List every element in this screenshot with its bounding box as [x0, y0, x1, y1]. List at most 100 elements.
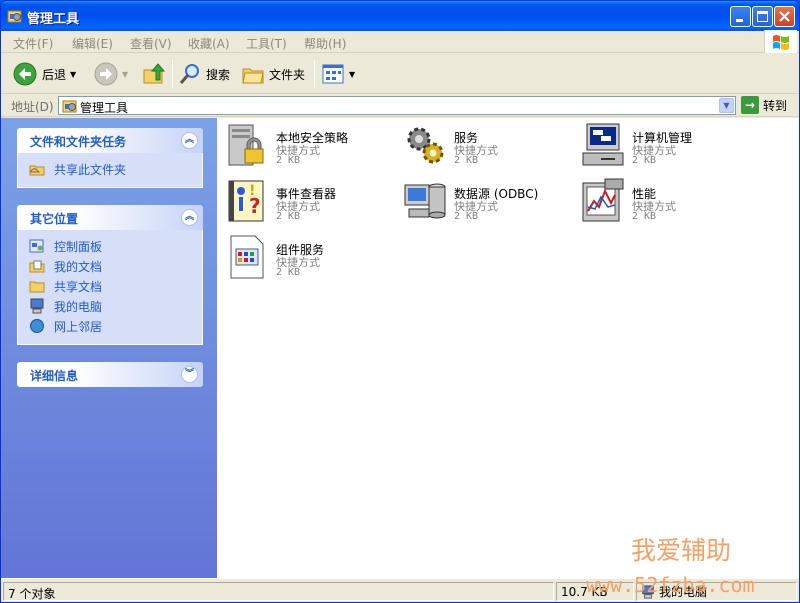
shared-documents-icon [29, 281, 45, 293]
file-item[interactable]: 组件服务 快捷方式 2 KB [220, 233, 390, 289]
views-button[interactable]: ▼ [321, 62, 355, 86]
my-computer-icon [30, 298, 44, 314]
go-label: 转到 [763, 98, 788, 113]
status-bar: 7 个对象 10.7 KB 我的电脑 www.52fzba.com [1, 573, 799, 602]
admin-tools-icon [7, 10, 22, 23]
address-bar: 地址(D) 管理工具 ▼ → 转到 [1, 94, 799, 117]
watermark-text: 我爱辅助 [631, 536, 732, 565]
details-header[interactable]: 详细信息 ︾ [17, 362, 203, 387]
shared-documents-label: 共享文档 [54, 279, 103, 294]
status-object-count: 7 个对象 [3, 582, 554, 601]
menu-help[interactable]: 帮助(H) [304, 35, 346, 52]
details-title: 详细信息 [30, 369, 79, 383]
menu-favorites[interactable]: 收藏(A) [188, 35, 230, 52]
maximize-icon [757, 11, 768, 22]
file-item[interactable]: ? ! 事件查看器 快捷方式 2 KB [220, 177, 390, 233]
file-size: 2 KB [276, 211, 301, 222]
control-panel-icon [29, 239, 44, 253]
file-item[interactable]: 本地安全策略 快捷方式 2 KB [220, 121, 390, 177]
back-button[interactable]: 后退 ▼ [13, 62, 76, 86]
menu-view[interactable]: 查看(V) [130, 35, 172, 52]
file-item[interactable]: 服务 快捷方式 2 KB [398, 121, 568, 177]
minimize-icon [736, 19, 743, 22]
file-item[interactable]: 计算机管理 快捷方式 2 KB [576, 121, 746, 177]
folders-button[interactable]: 文件夹 [241, 62, 305, 86]
back-dropdown-icon[interactable]: ▼ [70, 70, 76, 79]
file-tasks-title: 文件和文件夹任务 [30, 135, 127, 149]
performance-icon [582, 178, 624, 222]
collapse-chevron-icon[interactable]: ︽ [181, 132, 198, 149]
title-bar[interactable]: 管理工具 [1, 1, 799, 31]
file-item[interactable]: 性能 快捷方式 2 KB [576, 177, 746, 233]
other-place-my-documents[interactable]: 我的文档 [18, 256, 202, 276]
folders-label: 文件夹 [269, 67, 306, 82]
menu-file[interactable]: 文件(F) [13, 35, 53, 52]
address-input[interactable]: 管理工具 ▼ [58, 96, 736, 115]
window-title: 管理工具 [27, 12, 80, 27]
collapse-chevron-icon[interactable]: ︽ [181, 209, 198, 226]
folders-icon [242, 68, 264, 84]
go-button[interactable]: → 转到 [741, 96, 787, 114]
views-icon [322, 64, 344, 84]
my-documents-label: 我的文档 [54, 259, 103, 274]
other-place-shared-documents[interactable]: 共享文档 [18, 276, 202, 296]
control-panel-label: 控制面板 [54, 239, 103, 254]
details-panel: 详细信息 ︾ [17, 362, 203, 387]
other-place-my-computer[interactable]: 我的电脑 [18, 296, 202, 316]
folder-up-icon [143, 63, 166, 84]
other-place-control-panel[interactable]: 控制面板 [18, 236, 202, 256]
network-places-icon [30, 319, 44, 333]
address-value: 管理工具 [80, 101, 129, 115]
file-size: 2 KB [276, 267, 301, 278]
network-places-label: 网上邻居 [54, 319, 103, 334]
toolbar: 后退 ▼ ▼ 搜索 文件夹 ▼ [1, 54, 799, 94]
explorer-window: 管理工具 文件(F) 编辑(E) 查看(V) 收藏(A) 工具(T) 帮助(H) [0, 0, 800, 603]
expand-chevron-icon[interactable]: ︾ [181, 366, 198, 383]
forward-arrow-icon [94, 62, 118, 86]
file-item[interactable]: 数据源 (ODBC) 快捷方式 2 KB [398, 177, 568, 233]
other-places-panel: 其它位置 ︽ 控制面板 我的文档 共享文档 我的电脑 网上邻居 [17, 205, 203, 345]
search-icon [179, 64, 199, 84]
file-tasks-panel: 文件和文件夹任务 ︽ 共享此文件夹 [17, 128, 203, 188]
other-place-network[interactable]: 网上邻居 [18, 316, 202, 336]
security-policy-icon [228, 124, 264, 166]
minimize-button[interactable] [730, 6, 751, 27]
close-icon [779, 11, 790, 22]
svg-text:!: ! [249, 183, 255, 199]
file-size: 2 KB [276, 155, 301, 166]
file-tasks-header[interactable]: 文件和文件夹任务 ︽ [17, 128, 203, 153]
forward-dropdown-icon[interactable]: ▼ [122, 70, 128, 79]
component-services-icon [230, 235, 264, 279]
search-label: 搜索 [206, 67, 231, 82]
up-button[interactable] [142, 62, 166, 86]
back-label: 后退 [42, 67, 67, 82]
file-size: 2 KB [632, 155, 657, 166]
forward-button[interactable]: ▼ [94, 62, 128, 86]
file-size: 2 KB [454, 211, 479, 222]
address-dropdown-icon[interactable]: ▼ [719, 98, 734, 113]
file-size: 2 KB [632, 211, 657, 222]
event-viewer-icon: ? ! [228, 180, 264, 222]
back-arrow-icon [13, 62, 37, 86]
share-folder-link[interactable]: 共享此文件夹 [18, 159, 202, 179]
menu-bar: 文件(F) 编辑(E) 查看(V) 收藏(A) 工具(T) 帮助(H) [1, 31, 799, 53]
views-dropdown-icon[interactable]: ▼ [349, 70, 355, 79]
file-list-pane: 本地安全策略 快捷方式 2 KB 服务 快捷方式 2 KB 计算机管理 快捷方式… [217, 118, 799, 578]
my-computer-label: 我的电脑 [54, 299, 103, 314]
maximize-button[interactable] [752, 6, 773, 27]
menu-tools[interactable]: 工具(T) [246, 35, 287, 52]
menu-edit[interactable]: 编辑(E) [72, 35, 113, 52]
windows-flag-icon [773, 35, 789, 50]
odbc-datasource-icon [404, 183, 446, 219]
close-button[interactable] [774, 6, 795, 27]
windows-logo [764, 30, 797, 53]
other-places-header[interactable]: 其它位置 ︽ [17, 205, 203, 230]
my-documents-icon [29, 260, 45, 273]
go-arrow-icon: → [741, 96, 759, 114]
watermark-url: www.52fzba.com [586, 573, 755, 597]
address-label: 地址(D) [11, 100, 54, 114]
other-places-title: 其它位置 [30, 212, 79, 226]
search-button[interactable]: 搜索 [178, 62, 230, 86]
admin-tools-icon [62, 100, 77, 113]
task-pane: 文件和文件夹任务 ︽ 共享此文件夹 其它位置 ︽ 控制面板 我的文档 共享文档 … [1, 118, 217, 578]
